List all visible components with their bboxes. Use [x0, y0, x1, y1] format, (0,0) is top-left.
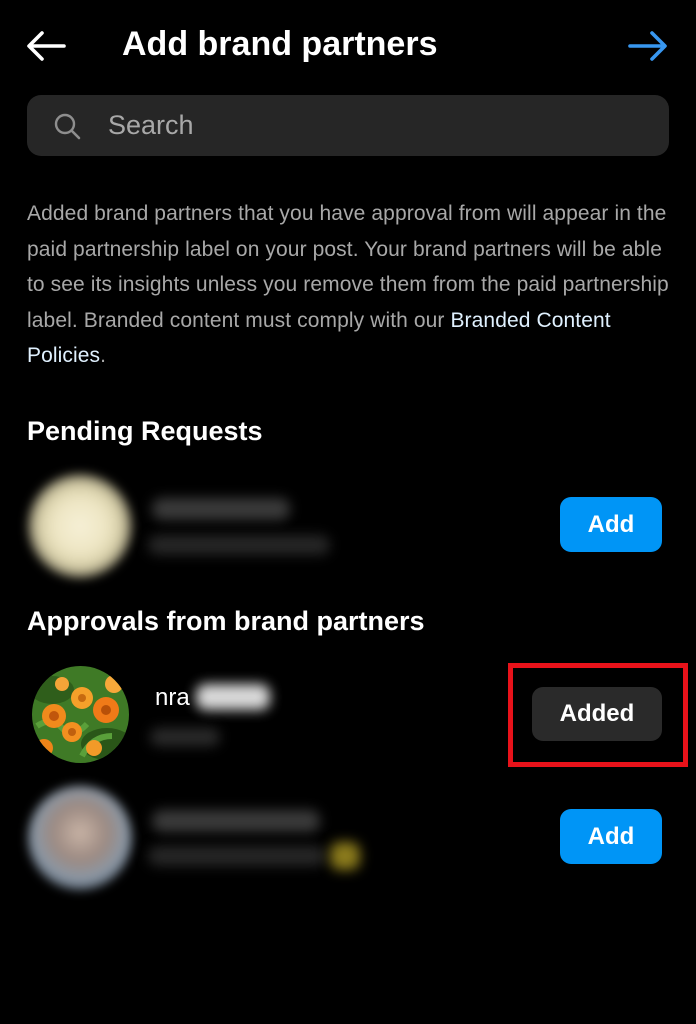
username: nra: [155, 684, 190, 711]
approvals-heading: Approvals from brand partners: [27, 606, 425, 636]
partnership-description: Added brand partners that you have appro…: [27, 196, 672, 374]
added-button[interactable]: Added: [532, 687, 662, 741]
avatar[interactable]: [28, 474, 132, 578]
avatar[interactable]: [32, 666, 129, 763]
blurred-subtitle: [148, 535, 330, 555]
arrow-left-icon: [27, 31, 66, 61]
search-input[interactable]: [108, 99, 648, 151]
blurred-subtitle: [150, 728, 220, 746]
search-icon: [54, 113, 81, 140]
next-button[interactable]: [624, 22, 672, 70]
arrow-right-icon: [628, 31, 667, 61]
back-button[interactable]: [22, 22, 70, 70]
add-button[interactable]: Add: [560, 497, 662, 552]
page-title: Add brand partners: [122, 25, 438, 63]
add-button[interactable]: Add: [560, 809, 662, 864]
top-bar: Add brand partners: [0, 0, 696, 92]
blurred-username: [152, 810, 320, 832]
pending-requests-heading: Pending Requests: [27, 416, 263, 446]
avatar[interactable]: [28, 786, 132, 890]
flower-photo: [32, 666, 129, 763]
blurred-subtitle: [148, 846, 326, 866]
blurred-username: [152, 498, 290, 520]
description-suffix: .: [100, 344, 107, 367]
blurred-username-tail: [196, 684, 270, 710]
blurred-badge: [330, 842, 360, 870]
